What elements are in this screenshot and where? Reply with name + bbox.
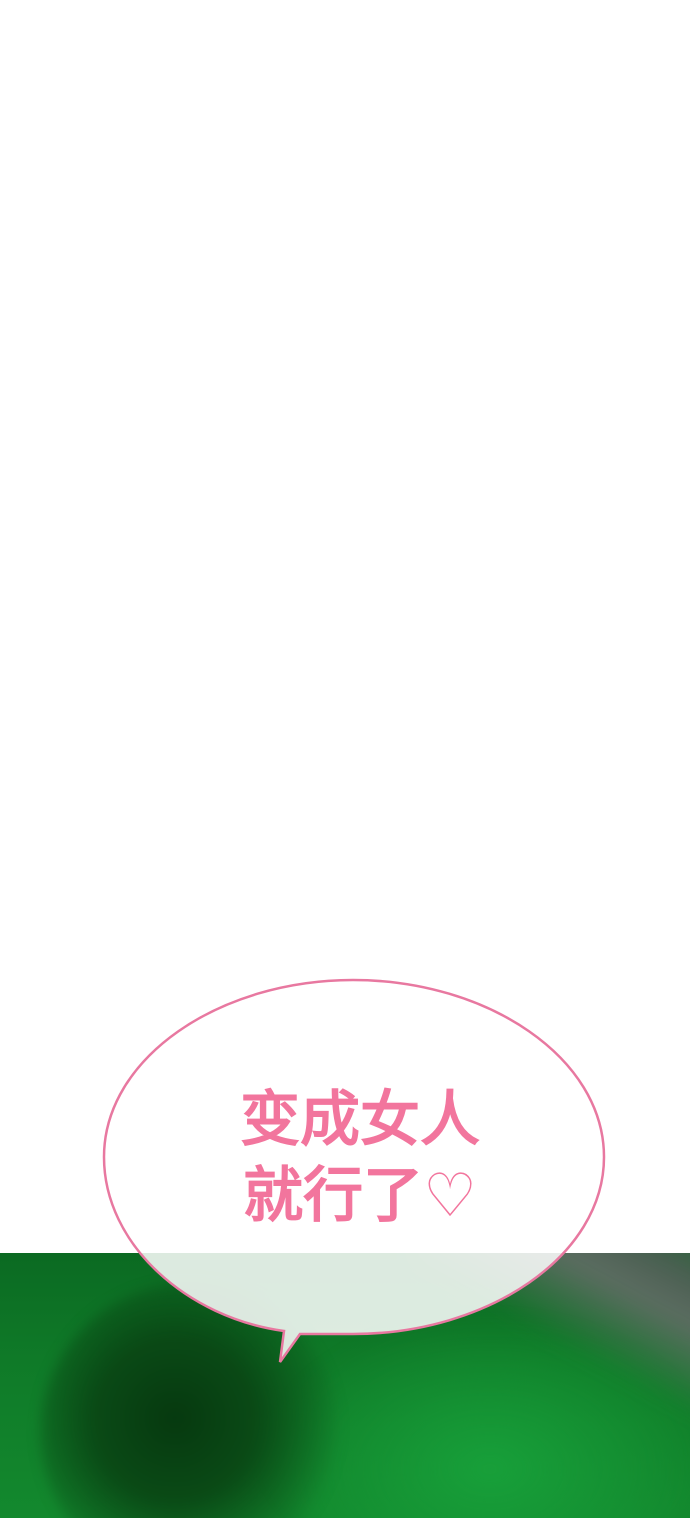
speech-line-1: 变成女人 [240,1085,480,1155]
speech-bubble-text: 变成女人 就行了♡ [160,1082,560,1234]
speech-bubble [102,978,606,1363]
speech-line-2: 就行了♡ [243,1161,477,1231]
